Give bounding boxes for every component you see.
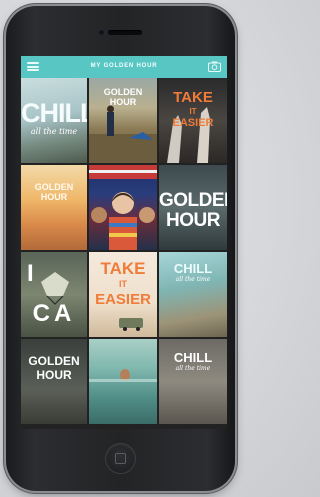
overlay-script: all the time: [175, 276, 211, 283]
overlay-text: CHILL: [173, 261, 213, 276]
photo-tile[interactable]: GOLDEN HOUR: [21, 339, 87, 424]
phone-device: MY GOLDEN HOUR CHILL all the time: [6, 6, 235, 491]
overlay-text: HOUR: [40, 192, 68, 202]
photo-tile[interactable]: TAKE IT EASIER: [159, 78, 227, 163]
overlay-text: TAKE: [100, 259, 146, 278]
photo-tile[interactable]: GOLDEN HOUR: [159, 165, 227, 250]
app-screen: MY GOLDEN HOUR CHILL all the time: [21, 56, 227, 429]
home-button[interactable]: [106, 444, 135, 473]
photo-tile[interactable]: CHILL all the time: [159, 339, 227, 424]
overlay-text: HOUR: [109, 97, 137, 107]
overlay-text: CA: [32, 300, 76, 327]
photo-tile[interactable]: CHILL all the time: [21, 78, 87, 163]
photo-scene: [89, 165, 157, 250]
photo-tile[interactable]: [89, 165, 157, 250]
overlay-script: all the time: [30, 127, 78, 136]
top-nav-bar: MY GOLDEN HOUR: [21, 56, 227, 78]
earpiece-speaker: [108, 30, 142, 35]
photo-scene: [89, 369, 157, 382]
app-title: MY GOLDEN HOUR: [90, 63, 158, 69]
photo-grid: CHILL all the time GOLDEN HOUR TAKE: [21, 78, 227, 429]
overlay-text: HOUR: [36, 368, 72, 382]
home-square-icon: [115, 453, 126, 464]
camera-icon[interactable]: [208, 61, 221, 72]
overlay-text: EASIER: [95, 291, 151, 308]
overlay-text: TAKE: [173, 89, 213, 106]
overlay-text: CHILL: [173, 350, 213, 365]
photo-tile[interactable]: I CA: [21, 252, 87, 337]
overlay-text: HOUR: [166, 210, 220, 231]
photo-tile[interactable]: GOLDEN HOUR: [89, 78, 157, 163]
overlay-text: GOLDEN: [28, 354, 80, 368]
overlay-text: I: [27, 260, 34, 287]
overlay-text: GOLDEN: [34, 182, 74, 192]
overlay-script: all the time: [175, 365, 211, 372]
overlay-text: GOLDEN: [103, 87, 143, 97]
overlay-text: GOLDEN: [159, 190, 227, 211]
photo-tile[interactable]: [89, 339, 157, 424]
overlay-text: EASIER: [172, 117, 214, 129]
photo-tile[interactable]: GOLDEN HOUR: [21, 165, 87, 250]
overlay-text: IT: [189, 107, 197, 116]
overlay-text: IT: [119, 279, 127, 289]
photo-tile[interactable]: CHILL all the time: [159, 252, 227, 337]
front-camera: [98, 29, 105, 36]
photo-tile[interactable]: TAKE IT EASIER: [89, 252, 157, 337]
overlay-text: CHILL: [21, 98, 87, 128]
